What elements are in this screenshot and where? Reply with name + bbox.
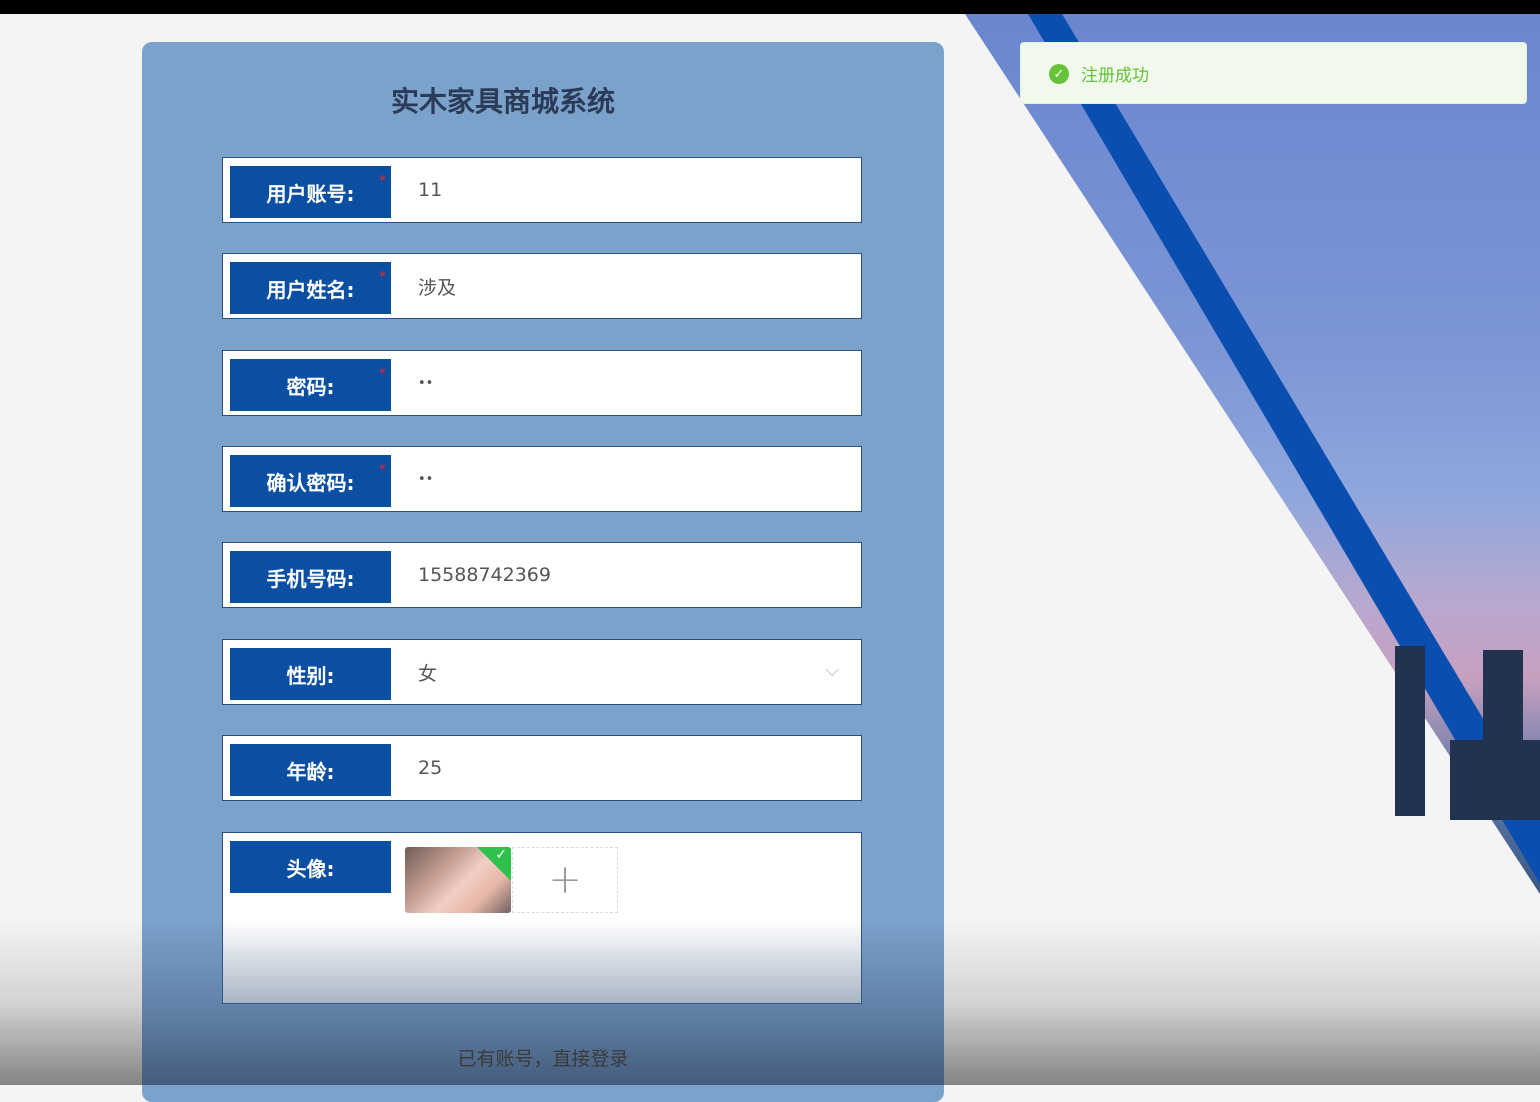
top-bar [0,0,1540,14]
required-mark: * [379,366,386,382]
name-label: 用户姓名: [230,262,391,314]
phone-label: 手机号码: [230,551,391,603]
success-check-icon: ✓ [1049,64,1069,84]
avatar-upload-button[interactable]: + [512,847,618,913]
name-input[interactable]: 涉及 [418,254,456,318]
age-label: 年龄: [230,744,391,796]
required-mark: * [379,173,386,189]
check-icon: ✓ [495,847,507,863]
required-mark: * [379,462,386,478]
avatar-thumbnail[interactable]: ✓ [405,847,511,913]
name-field[interactable]: 用户姓名: * 涉及 [222,253,862,319]
building [1395,646,1425,816]
avatar-label: 头像: [230,841,391,893]
gender-select[interactable]: 女 [418,640,437,704]
age-field[interactable]: 年龄: 25 [222,735,862,801]
password-field[interactable]: 密码: * •• [222,350,862,416]
confirm-password-input[interactable]: •• [418,447,433,511]
chevron-down-icon[interactable]: ⌵ [825,660,839,681]
building [1450,740,1540,820]
password-input[interactable]: •• [418,351,433,415]
page-title: 实木家具商城系统 [390,85,615,118]
login-link[interactable]: 已有账号，直接登录 [142,1044,944,1071]
confirm-password-label: 确认密码: [230,455,391,507]
password-label: 密码: [230,359,391,411]
plus-icon: + [548,857,582,903]
gender-label: 性别: [230,648,391,700]
phone-input[interactable]: 15588742369 [418,543,551,607]
toast-message: 注册成功 [1081,66,1149,86]
phone-field[interactable]: 手机号码: 15588742369 [222,542,862,608]
account-input[interactable]: 11 [418,158,442,222]
account-label: 用户账号: [230,166,391,218]
gender-field[interactable]: 性别: 女 ⌵ [222,639,862,705]
confirm-password-field[interactable]: 确认密码: * •• [222,446,862,512]
required-mark: * [379,269,386,285]
account-field[interactable]: 用户账号: * 11 [222,157,862,223]
age-input[interactable]: 25 [418,736,442,800]
success-toast: ✓ 注册成功 [1020,42,1527,104]
building [1483,650,1523,750]
